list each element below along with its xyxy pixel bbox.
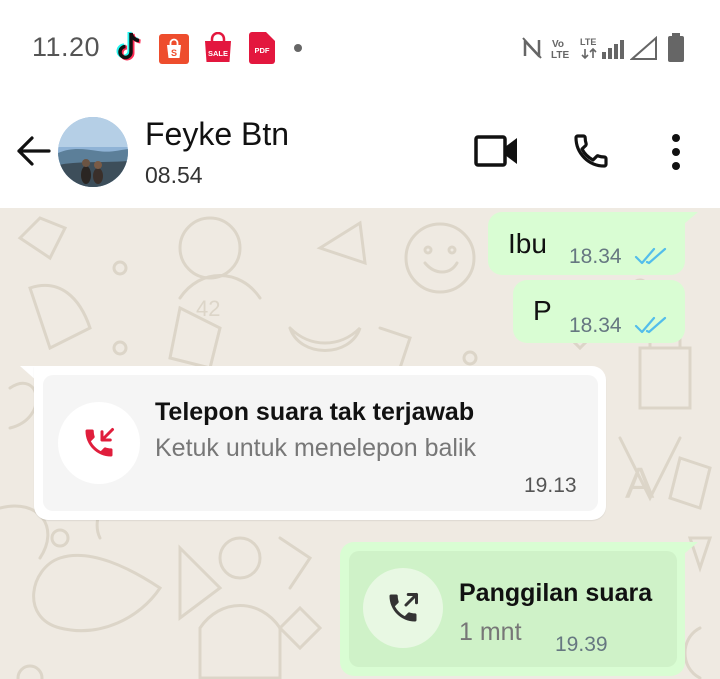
missed-call-icon-circle	[58, 402, 140, 484]
missed-call-time: 19.13	[524, 474, 577, 497]
missed-call-title: Telepon suara tak terjawab	[155, 398, 475, 426]
missed-call-subtitle: Ketuk untuk menelepon balik	[155, 434, 477, 462]
missed-call-icon	[85, 428, 114, 457]
voice-call-bubble[interactable]: Panggilan suara 1 mnt 19.39	[340, 542, 685, 676]
pdf-label: PDF	[255, 46, 270, 55]
sale-bag-icon: SALE	[205, 32, 231, 62]
status-time: 11.20	[32, 32, 101, 62]
voice-call-title: Panggilan suara	[459, 579, 653, 607]
lte-label: LTE	[580, 37, 596, 47]
message-time: 18.34	[569, 245, 622, 268]
sale-label: SALE	[208, 49, 228, 58]
svg-text:42: 42	[196, 296, 220, 321]
chat-area[interactable]: 42 A Ibu 18.34 P 18.34 Telepon suara tak…	[0, 208, 720, 679]
bubble-tail	[684, 212, 698, 224]
avatar[interactable]	[58, 117, 128, 187]
back-arrow-icon[interactable]	[14, 132, 52, 170]
more-notifications-dot	[294, 44, 302, 52]
svg-text:Vo: Vo	[552, 39, 564, 50]
pdf-icon: PDF	[249, 32, 275, 64]
missed-call-card[interactable]: Telepon suara tak terjawab Ketuk untuk m…	[43, 375, 598, 511]
volte-icon: Vo LTE	[551, 39, 569, 59]
shopee-icon: S	[159, 34, 189, 64]
svg-text:A: A	[625, 459, 655, 508]
video-call-icon[interactable]	[474, 134, 520, 168]
message-bubble-outgoing[interactable]: Ibu 18.34	[488, 212, 685, 275]
more-options-icon[interactable]	[666, 133, 686, 171]
voice-call-card[interactable]: Panggilan suara 1 mnt 19.39	[349, 551, 677, 667]
tiktok-icon	[116, 31, 141, 61]
status-bar: 11.20 S SALE PDF Vo LTE LTE	[0, 0, 720, 96]
avatar-photo	[58, 117, 128, 187]
battery-icon	[668, 33, 684, 62]
svg-text:S: S	[171, 48, 177, 58]
last-seen-text: 08.54	[145, 162, 203, 188]
message-bubble-outgoing[interactable]: P 18.34	[513, 280, 685, 343]
voice-call-icon[interactable]	[571, 131, 611, 171]
signal-icon	[630, 36, 657, 60]
voice-call-icon-circle	[363, 568, 443, 648]
read-ticks-icon	[634, 247, 667, 265]
chat-header: Feyke Btn 08.54	[0, 96, 720, 208]
nfc-icon	[522, 37, 542, 59]
voice-call-duration: 1 mnt	[459, 618, 522, 646]
message-time: 18.34	[569, 314, 622, 337]
message-text: Ibu	[508, 228, 547, 259]
read-ticks-icon	[634, 316, 667, 334]
message-text: P	[533, 295, 552, 326]
svg-text:LTE: LTE	[551, 50, 569, 59]
voice-call-time: 19.39	[555, 633, 608, 656]
lte-signal-icon: LTE	[580, 37, 624, 60]
contact-name[interactable]: Feyke Btn	[145, 116, 289, 153]
missed-call-bubble[interactable]: Telepon suara tak terjawab Ketuk untuk m…	[34, 366, 606, 520]
outgoing-call-icon	[389, 593, 418, 622]
bubble-tail	[684, 542, 698, 554]
